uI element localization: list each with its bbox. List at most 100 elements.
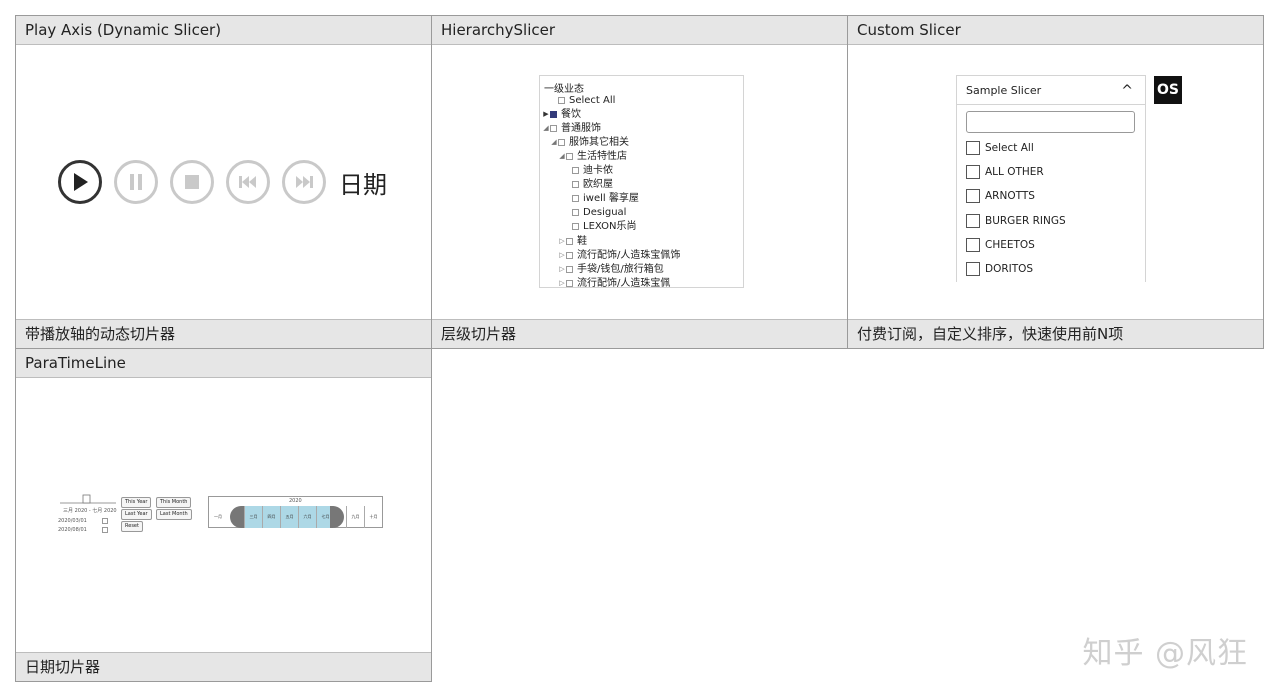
month-cell[interactable]: 十月 (364, 506, 382, 528)
checkbox-icon[interactable] (558, 139, 565, 146)
checkbox-icon[interactable] (572, 167, 579, 174)
cell-title: Play Axis (Dynamic Slicer) (16, 16, 431, 45)
checkbox-icon[interactable] (566, 238, 573, 245)
checkbox-icon[interactable] (558, 97, 565, 104)
expand-icon[interactable]: ▷ (558, 263, 566, 276)
month-cell[interactable]: 三月 (244, 506, 262, 528)
checkbox-icon[interactable] (566, 266, 573, 273)
checkbox-icon[interactable] (966, 141, 980, 155)
paratimeline-cell: ParaTimeLine 三月 2020 - 七月 2020 2020/03/0… (15, 348, 432, 682)
tree-node[interactable]: 迪卡侬 (572, 164, 613, 177)
checkbox-icon[interactable] (572, 209, 579, 216)
tree-node[interactable]: ▶ 餐饮 (542, 108, 581, 121)
tree-node[interactable]: ▷ 流行配饰/人造珠宝佩 (558, 277, 670, 287)
play-axis-field-label: 日期 (339, 170, 387, 199)
next-button[interactable] (282, 160, 326, 204)
play-controls: 日期 (58, 160, 387, 204)
tree-node[interactable]: ▷ 流行配饰/人造珠宝佩饰 (558, 249, 680, 262)
cell-title: Custom Slicer (848, 16, 1263, 45)
search-input[interactable] (966, 111, 1135, 133)
tree-node[interactable]: iwell 馨享屋 (572, 192, 639, 205)
pause-button[interactable] (114, 160, 158, 204)
tree-node[interactable]: 欧织屋 (572, 178, 613, 191)
cell-caption: 付费订阅，自定义排序，快速使用前N项 (848, 319, 1263, 348)
list-item[interactable]: ALL OTHER (966, 164, 1044, 180)
checkbox-icon[interactable] (966, 214, 980, 228)
checkbox-icon[interactable] (550, 111, 557, 118)
checkbox-icon[interactable] (566, 252, 573, 259)
previous-button[interactable] (226, 160, 270, 204)
expand-icon[interactable]: ▷ (558, 277, 566, 287)
end-date[interactable]: 2020/08/01 (58, 527, 87, 533)
collapse-icon[interactable]: ◢ (558, 150, 566, 163)
checkbox-icon[interactable] (566, 153, 573, 160)
month-cell[interactable]: 四月 (262, 506, 280, 528)
range-start-handle[interactable] (230, 506, 244, 528)
month-cell[interactable]: 六月 (298, 506, 316, 528)
skip-back-icon (239, 176, 256, 188)
play-button[interactable] (58, 160, 102, 204)
cell-caption: 日期切片器 (16, 652, 431, 681)
timeline-range-slider[interactable] (59, 494, 117, 506)
pause-icon (130, 174, 142, 190)
this-year-button[interactable]: This Year (121, 497, 152, 508)
list-item[interactable]: DORITOS (966, 261, 1033, 277)
expand-icon[interactable]: ▷ (558, 249, 566, 262)
checkbox-icon[interactable] (966, 262, 980, 276)
hierarchy-tree: 一级业态 Select All ▶ 餐饮 ◢ 普通服饰 ◢ 服饰其它相关 ◢ 生活特性店… (539, 75, 744, 288)
watermark: 知乎 @风狂 (1082, 636, 1248, 671)
checkbox-icon[interactable] (572, 181, 579, 188)
cell-title: HierarchySlicer (432, 16, 847, 45)
checkbox-icon[interactable] (966, 238, 980, 252)
checkbox-icon[interactable] (572, 223, 579, 230)
month-cell[interactable]: 一月 (209, 506, 227, 528)
stop-button[interactable] (170, 160, 214, 204)
checkbox-icon[interactable] (966, 165, 980, 179)
last-year-button[interactable]: Last Year (121, 509, 152, 520)
month-cell[interactable]: 九月 (346, 506, 364, 528)
cell-caption: 带播放轴的动态切片器 (16, 319, 431, 348)
range-end-handle[interactable] (330, 506, 344, 528)
last-month-button[interactable]: Last Month (156, 509, 192, 520)
month-cell[interactable]: 五月 (280, 506, 298, 528)
play-icon (74, 173, 88, 191)
slicer-dropdown-header[interactable]: Sample Slicer ^ (956, 75, 1146, 105)
checkbox-icon[interactable] (550, 125, 557, 132)
tree-node[interactable]: LEXON乐尚 (572, 220, 636, 233)
calendar-icon[interactable] (102, 527, 108, 533)
tree-node[interactable]: ▷ 鞋 (558, 235, 587, 248)
expand-icon[interactable]: ▶ (542, 108, 550, 121)
slicer-dropdown-list: Select All ALL OTHER ARNOTTS BURGER RING… (956, 105, 1146, 282)
play-axis-cell: Play Axis (Dynamic Slicer) 日期 带播放轴的动态切片器 (15, 15, 432, 349)
tree-node[interactable]: ▷ 手袋/钱包/旅行箱包 (558, 263, 663, 276)
stop-icon (185, 175, 199, 189)
checkbox-icon[interactable] (566, 280, 573, 287)
tree-node[interactable]: ◢ 生活特性店 (558, 150, 627, 163)
this-month-button[interactable]: This Month (156, 497, 192, 508)
tree-node[interactable]: Desigual (572, 206, 626, 219)
list-item[interactable]: CHEETOS (966, 237, 1035, 253)
tree-node[interactable]: Select All (550, 94, 615, 107)
expand-icon[interactable]: ▷ (558, 235, 566, 248)
skip-forward-icon (296, 176, 313, 188)
list-item[interactable]: ARNOTTS (966, 188, 1035, 204)
list-item[interactable]: BURGER RINGS (966, 213, 1066, 229)
collapse-icon[interactable]: ◢ (550, 136, 558, 149)
tree-node[interactable]: ◢ 服饰其它相关 (550, 136, 629, 149)
calendar-icon[interactable] (102, 518, 108, 524)
checkbox-icon[interactable] (572, 195, 579, 202)
checkbox-icon[interactable] (966, 189, 980, 203)
timeline-months: 2020 一月 三月 四月 五月 六月 七月 九月 十月 (208, 496, 383, 528)
vendor-logo: OS (1154, 76, 1182, 104)
tree-title: 一级业态 (544, 84, 584, 95)
hierarchy-cell: HierarchySlicer 一级业态 Select All ▶ 餐饮 ◢ 普通服… (431, 15, 848, 349)
start-date[interactable]: 2020/03/01 (58, 518, 87, 524)
chevron-up-icon[interactable]: ^ (1121, 76, 1133, 106)
custom-slicer-cell: Custom Slicer Sample Slicer ^ Select All… (847, 15, 1264, 349)
range-text: 三月 2020 - 七月 2020 (63, 508, 117, 514)
list-item[interactable]: Select All (966, 140, 1034, 156)
reset-button[interactable]: Reset (121, 521, 143, 532)
year-label: 2020 (289, 498, 302, 504)
tree-node[interactable]: ◢ 普通服饰 (542, 122, 601, 135)
collapse-icon[interactable]: ◢ (542, 122, 550, 135)
